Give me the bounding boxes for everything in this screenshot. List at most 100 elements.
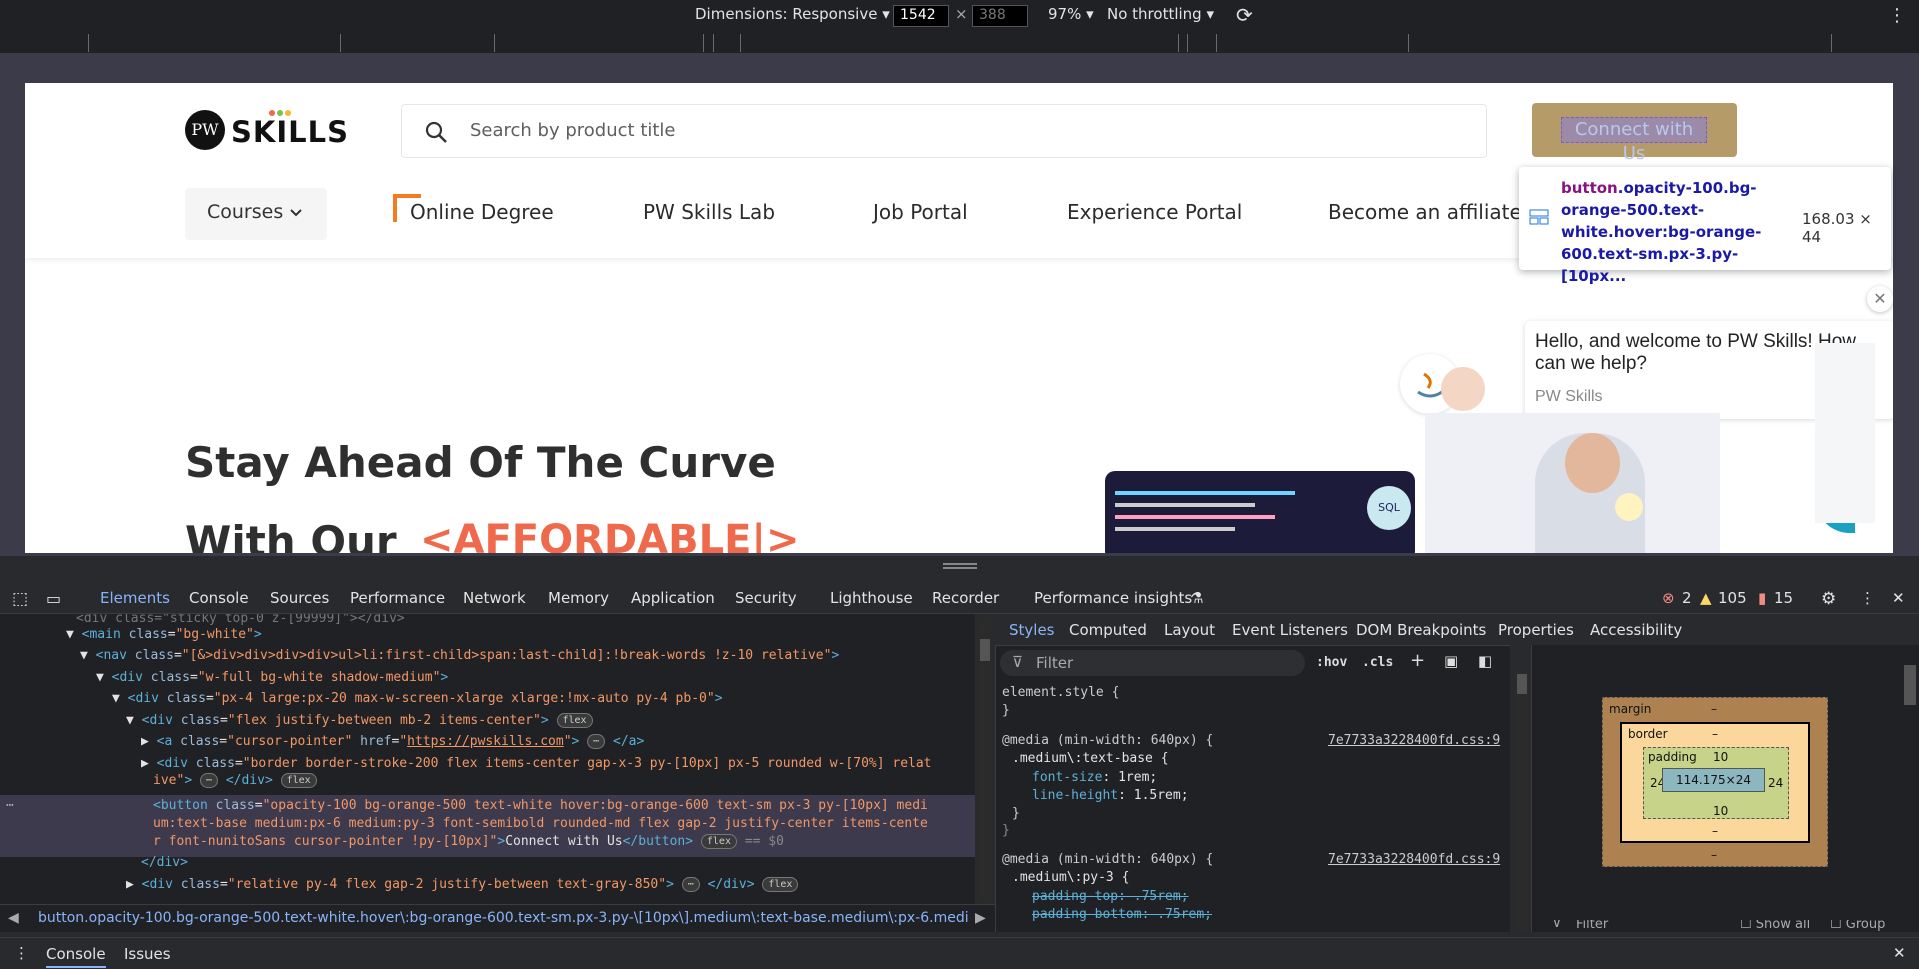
source-link-1[interactable]: 7e7733a3228400fd.css:9: [1328, 732, 1500, 749]
tab-properties[interactable]: Properties: [1498, 621, 1574, 639]
tab-styles[interactable]: Styles: [1009, 621, 1055, 639]
nav-job-portal[interactable]: Job Portal: [873, 200, 968, 224]
tab-lighthouse[interactable]: Lighthouse: [830, 589, 913, 607]
dom-line-div-cont[interactable]: ive"> ⋯ </div> flex: [153, 772, 317, 789]
css-property[interactable]: line-height: 1.5rem;: [1032, 787, 1189, 804]
warning-icon[interactable]: ▲: [1700, 589, 1712, 607]
tab-console[interactable]: Console: [189, 589, 249, 607]
tab-performance[interactable]: Performance: [350, 589, 445, 607]
selector-2[interactable]: .medium\:py-3 {: [1012, 869, 1129, 886]
rotate-icon[interactable]: ⟳: [1236, 3, 1253, 27]
new-rule-icon[interactable]: +: [1410, 650, 1425, 671]
device-toggle-icon[interactable]: ▭: [46, 589, 61, 608]
tooltip-selector: button.opacity-100.bg-orange-500.text-wh…: [1561, 179, 1762, 285]
hov-toggle[interactable]: :hov: [1316, 655, 1347, 670]
decorative-panel: [1815, 343, 1875, 523]
dom-line-button-cont[interactable]: r font-nunitoSans cursor-pointer !py-[10…: [153, 833, 784, 850]
height-input[interactable]: 388: [972, 5, 1028, 27]
dom-line-close[interactable]: </div>: [141, 854, 188, 871]
selector-1[interactable]: .medium\:text-base {: [1012, 750, 1169, 767]
css-property-overridden[interactable]: padding-top: .75rem;: [1032, 888, 1189, 905]
hero-highlight: <AFFORDABLE|>: [420, 517, 800, 553]
courses-label: Courses: [207, 201, 284, 223]
tab-elements[interactable]: Elements: [100, 589, 170, 607]
dimensions-dropdown[interactable]: Dimensions: Responsive ▾: [695, 5, 890, 23]
courses-dropdown[interactable]: Courses: [185, 188, 327, 240]
css-property[interactable]: font-size: 1rem;: [1032, 769, 1157, 786]
drawer-menu-icon[interactable]: ⋮: [14, 944, 29, 962]
paint-icon[interactable]: ▣: [1444, 652, 1458, 670]
settings-gear-icon[interactable]: ⚙: [1821, 589, 1836, 609]
dom-ellipsis-icon[interactable]: ⋯: [6, 797, 14, 814]
inspect-element-icon[interactable]: ⬚: [12, 589, 28, 609]
chat-close-icon[interactable]: ✕: [1867, 286, 1893, 312]
dom-line-div[interactable]: ▶ <div class="relative py-4 flex gap-2 j…: [126, 876, 799, 893]
media-query-ruler[interactable]: [0, 32, 1919, 54]
drawer-tab-issues[interactable]: Issues: [124, 945, 171, 963]
width-input[interactable]: 1542: [893, 5, 949, 27]
styles-scrollbar[interactable]: [1515, 672, 1529, 930]
tab-security[interactable]: Security: [735, 589, 797, 607]
breadcrumb-left-icon[interactable]: ◀: [8, 910, 19, 926]
throttling-dropdown[interactable]: No throttling ▾: [1107, 5, 1214, 23]
element-style-rule[interactable]: element.style {: [1002, 684, 1119, 701]
dom-line-main[interactable]: ▼ <main class="bg-white">: [66, 626, 262, 643]
breadcrumb-text[interactable]: button.opacity-100.bg-orange-500.text-wh…: [38, 910, 968, 926]
error-count[interactable]: 2: [1682, 589, 1692, 607]
dom-line-a[interactable]: ▶ <a class="cursor-pointer" href="https:…: [141, 733, 644, 750]
nav-experience-portal[interactable]: Experience Portal: [1067, 200, 1242, 224]
drawer-close-icon[interactable]: ✕: [1893, 944, 1906, 962]
box-model-scrollbar[interactable]: [1904, 665, 1916, 705]
tab-accessibility[interactable]: Accessibility: [1590, 621, 1682, 639]
search-bar[interactable]: Search by product title: [401, 104, 1487, 158]
tab-memory[interactable]: Memory: [548, 589, 609, 607]
dom-line-button-cont[interactable]: um:text-base medium:px-6 medium:py-3 fon…: [153, 815, 928, 832]
tab-application[interactable]: Application: [631, 589, 715, 607]
nav-pw-skills-lab[interactable]: PW Skills Lab: [643, 200, 775, 224]
zoom-dropdown[interactable]: 97% ▾: [1048, 5, 1094, 23]
devtools-close-icon[interactable]: ✕: [1892, 589, 1905, 607]
css-property-overridden[interactable]: padding-bottom: .75rem;: [1032, 906, 1212, 923]
search-icon: [424, 120, 448, 148]
search-input[interactable]: Search by product title: [470, 120, 676, 141]
issues-icon[interactable]: ▮: [1758, 589, 1766, 607]
breadcrumb-right-icon[interactable]: ▶: [975, 910, 986, 926]
tab-dom-breakpoints[interactable]: DOM Breakpoints: [1356, 621, 1486, 639]
dom-line-nav[interactable]: ▼ <nav class="[&>div>div>div>div>ul>li:f…: [80, 647, 839, 664]
computed-filter-row[interactable]: ⊽ Filter ☐ Show all ☐ Group: [1540, 920, 1910, 934]
tab-sources[interactable]: Sources: [270, 589, 329, 607]
styles-filter-input[interactable]: ⊽ Filter: [1000, 650, 1305, 676]
box-model-content[interactable]: 114.175×24: [1662, 768, 1765, 792]
more-options-icon[interactable]: ⋮: [1888, 5, 1906, 26]
python-icon: [1615, 493, 1643, 521]
pw-skills-logo[interactable]: PW SKILLS: [185, 108, 348, 153]
tab-layout[interactable]: Layout: [1164, 621, 1215, 639]
tab-performance-insights[interactable]: Performance insights: [1034, 589, 1192, 607]
sidebar-toggle-icon[interactable]: ◧: [1478, 652, 1492, 670]
tab-network[interactable]: Network: [463, 589, 526, 607]
dom-scrollbar[interactable]: [978, 617, 992, 903]
warning-count[interactable]: 105: [1718, 589, 1747, 607]
tab-recorder[interactable]: Recorder: [932, 589, 999, 607]
cls-toggle[interactable]: .cls: [1362, 655, 1393, 670]
dom-line-button[interactable]: <button class="opacity-100 bg-orange-500…: [153, 797, 928, 814]
nav-become-affiliate[interactable]: Become an affiliate: [1328, 200, 1522, 224]
connect-button-label: Connect with Us: [1561, 117, 1707, 164]
dom-line-div[interactable]: ▼ <div class="flex justify-between mb-2 …: [126, 712, 593, 729]
dom-line-div[interactable]: ▶ <div class="border border-stroke-200 f…: [141, 755, 932, 772]
issues-count[interactable]: 15: [1774, 589, 1793, 607]
connect-with-us-button[interactable]: Connect with Us: [1532, 103, 1737, 164]
tab-event-listeners[interactable]: Event Listeners: [1232, 621, 1348, 639]
dom-line-div[interactable]: ▼ <div class="px-4 large:px-20 max-w-scr…: [112, 690, 723, 707]
tab-computed[interactable]: Computed: [1069, 621, 1147, 639]
elements-dom-tree[interactable]: <div class="sticky top-0 z-[99999]"></di…: [0, 614, 975, 904]
flex-layout-icon: [1529, 209, 1549, 225]
error-icon[interactable]: ⊗: [1662, 589, 1675, 607]
source-link-2[interactable]: 7e7733a3228400fd.css:9: [1328, 851, 1500, 868]
dom-line-div[interactable]: ▼ <div class="w-full bg-white shadow-med…: [96, 669, 448, 686]
devtools-resize-handle[interactable]: [0, 556, 1919, 574]
dom-breadcrumb[interactable]: ◀ button.opacity-100.bg-orange-500.text-…: [0, 904, 995, 932]
nav-online-degree[interactable]: Online Degree: [410, 200, 554, 224]
devtools-more-icon[interactable]: ⋮: [1860, 589, 1875, 607]
drawer-tab-console[interactable]: Console: [46, 945, 106, 968]
